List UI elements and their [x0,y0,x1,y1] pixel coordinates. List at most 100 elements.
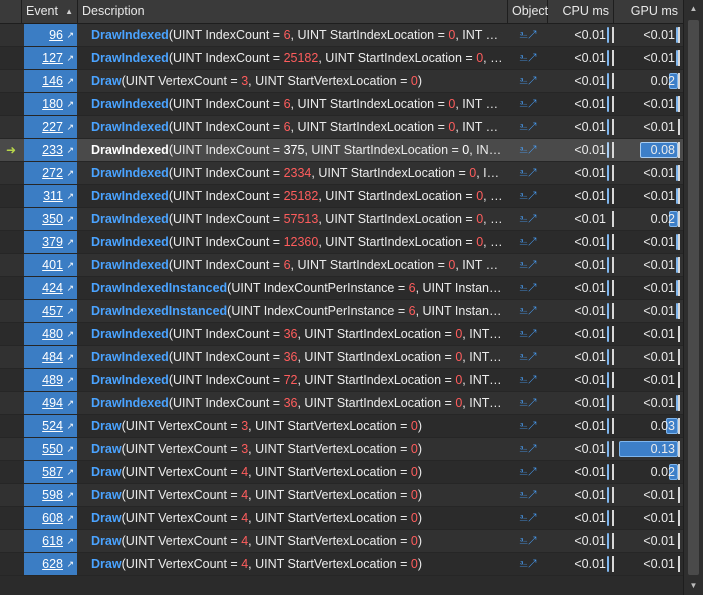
event-id-link[interactable]: 401 [42,254,63,276]
event-id-link[interactable]: 180 [42,93,63,115]
object-link-icon[interactable]: ⎁↗ [512,116,544,138]
function-name[interactable]: DrawIndexed [91,350,169,364]
function-name[interactable]: DrawIndexed [91,143,169,157]
event-id-cell[interactable]: 127 ↗ [24,47,77,69]
event-id-cell[interactable]: 401 ↗ [24,254,77,276]
event-id-link[interactable]: 272 [42,162,63,184]
function-name[interactable]: DrawIndexed [91,28,169,42]
event-id-link[interactable]: 146 [42,70,63,92]
object-link-icon[interactable]: ⎁↗ [512,553,544,575]
event-id-link[interactable]: 489 [42,369,63,391]
jump-to-event-icon[interactable]: ↗ [66,392,74,414]
table-row[interactable]: 127 ↗ DrawIndexed(UINT IndexCount = 25182,… [0,47,683,70]
jump-to-event-icon[interactable]: ↗ [66,70,74,92]
object-link-icon[interactable]: ⎁↗ [512,530,544,552]
jump-to-event-icon[interactable]: ↗ [66,323,74,345]
function-name[interactable]: DrawIndexed [91,258,169,272]
event-id-link[interactable]: 608 [42,507,63,529]
column-header-description[interactable]: Description [78,0,508,23]
event-id-link[interactable]: 628 [42,553,63,575]
column-header-cpu[interactable]: CPU ms [548,0,614,23]
event-id-link[interactable]: 494 [42,392,63,414]
jump-to-event-icon[interactable]: ↗ [66,300,74,322]
event-id-link[interactable]: 484 [42,346,63,368]
event-id-cell[interactable]: 598 ↗ [24,484,77,506]
function-name[interactable]: DrawIndexed [91,189,169,203]
function-name[interactable]: Draw [91,488,122,502]
jump-to-event-icon[interactable]: ↗ [66,162,74,184]
function-name[interactable]: Draw [91,557,122,571]
jump-to-event-icon[interactable]: ↗ [66,346,74,368]
function-name[interactable]: Draw [91,511,122,525]
event-id-link[interactable]: 457 [42,300,63,322]
jump-to-event-icon[interactable]: ↗ [66,24,74,46]
object-link-icon[interactable]: ⎁↗ [512,208,544,230]
object-link-icon[interactable]: ⎁↗ [512,231,544,253]
event-id-link[interactable]: 424 [42,277,63,299]
jump-to-event-icon[interactable]: ↗ [66,185,74,207]
object-link-icon[interactable]: ⎁↗ [512,300,544,322]
object-link-icon[interactable]: ⎁↗ [512,277,544,299]
table-row[interactable]: 227 ↗ DrawIndexed(UINT IndexCount = 6, UIN… [0,116,683,139]
event-id-link[interactable]: 350 [42,208,63,230]
event-id-cell[interactable]: 379 ↗ [24,231,77,253]
event-id-cell[interactable]: 484 ↗ [24,346,77,368]
event-id-link[interactable]: 379 [42,231,63,253]
table-row[interactable]: 489 ↗ DrawIndexed(UINT IndexCount = 72, UI… [0,369,683,392]
event-id-cell[interactable]: 628 ↗ [24,553,77,575]
event-id-link[interactable]: 227 [42,116,63,138]
table-row[interactable]: 628 ↗ Draw(UINT VertexCount = 4, UINT Star… [0,553,683,576]
event-id-cell[interactable]: 494 ↗ [24,392,77,414]
object-link-icon[interactable]: ⎁↗ [512,438,544,460]
table-row[interactable]: ➜ 233 ↗ DrawIndexed(UINT IndexCount = 375, … [0,139,683,162]
function-name[interactable]: DrawIndexed [91,166,169,180]
object-link-icon[interactable]: ⎁↗ [512,346,544,368]
event-id-cell[interactable]: 227 ↗ [24,116,77,138]
event-id-cell[interactable]: 350 ↗ [24,208,77,230]
object-link-icon[interactable]: ⎁↗ [512,461,544,483]
event-id-cell[interactable]: 424 ↗ [24,277,77,299]
function-name[interactable]: DrawIndexed [91,97,169,111]
jump-to-event-icon[interactable]: ↗ [66,277,74,299]
event-id-link[interactable]: 311 [43,185,63,207]
function-name[interactable]: Draw [91,74,122,88]
jump-to-event-icon[interactable]: ↗ [66,438,74,460]
table-row[interactable]: 587 ↗ Draw(UINT VertexCount = 4, UINT Star… [0,461,683,484]
jump-to-event-icon[interactable]: ↗ [66,254,74,276]
table-row[interactable]: 96 ↗ DrawIndexed(UINT IndexCount = 6, UINT… [0,24,683,47]
table-row[interactable]: 457 ↗ DrawIndexedInstanced(UINT IndexCount… [0,300,683,323]
table-row[interactable]: 272 ↗ DrawIndexed(UINT IndexCount = 2334, … [0,162,683,185]
object-link-icon[interactable]: ⎁↗ [512,47,544,69]
jump-to-event-icon[interactable]: ↗ [66,530,74,552]
table-row[interactable]: 350 ↗ DrawIndexed(UINT IndexCount = 57513,… [0,208,683,231]
event-id-cell[interactable]: 618 ↗ [24,530,77,552]
object-link-icon[interactable]: ⎁↗ [512,185,544,207]
object-link-icon[interactable]: ⎁↗ [512,415,544,437]
function-name[interactable]: DrawIndexedInstanced [91,304,227,318]
event-id-link[interactable]: 618 [42,530,63,552]
table-row[interactable]: 424 ↗ DrawIndexedInstanced(UINT IndexCount… [0,277,683,300]
jump-to-event-icon[interactable]: ↗ [66,369,74,391]
event-id-cell[interactable]: 550 ↗ [24,438,77,460]
jump-to-event-icon[interactable]: ↗ [66,93,74,115]
table-row[interactable]: 401 ↗ DrawIndexed(UINT IndexCount = 6, UIN… [0,254,683,277]
object-link-icon[interactable]: ⎁↗ [512,70,544,92]
event-id-link[interactable]: 550 [42,438,63,460]
table-row[interactable]: 618 ↗ Draw(UINT VertexCount = 4, UINT Star… [0,530,683,553]
event-id-cell[interactable]: 587 ↗ [24,461,77,483]
function-name[interactable]: DrawIndexed [91,212,169,226]
column-header-object[interactable]: Object [508,0,548,23]
object-link-icon[interactable]: ⎁↗ [512,392,544,414]
function-name[interactable]: Draw [91,419,122,433]
object-link-icon[interactable]: ⎁↗ [512,507,544,529]
event-id-cell[interactable]: 457 ↗ [24,300,77,322]
event-id-link[interactable]: 127 [42,47,63,69]
event-id-link[interactable]: 524 [42,415,63,437]
function-name[interactable]: Draw [91,465,122,479]
event-id-cell[interactable]: 311 ↗ [24,185,77,207]
event-id-cell[interactable]: 146 ↗ [24,70,77,92]
jump-to-event-icon[interactable]: ↗ [66,231,74,253]
event-id-link[interactable]: 587 [42,461,63,483]
function-name[interactable]: DrawIndexed [91,120,169,134]
jump-to-event-icon[interactable]: ↗ [66,484,74,506]
